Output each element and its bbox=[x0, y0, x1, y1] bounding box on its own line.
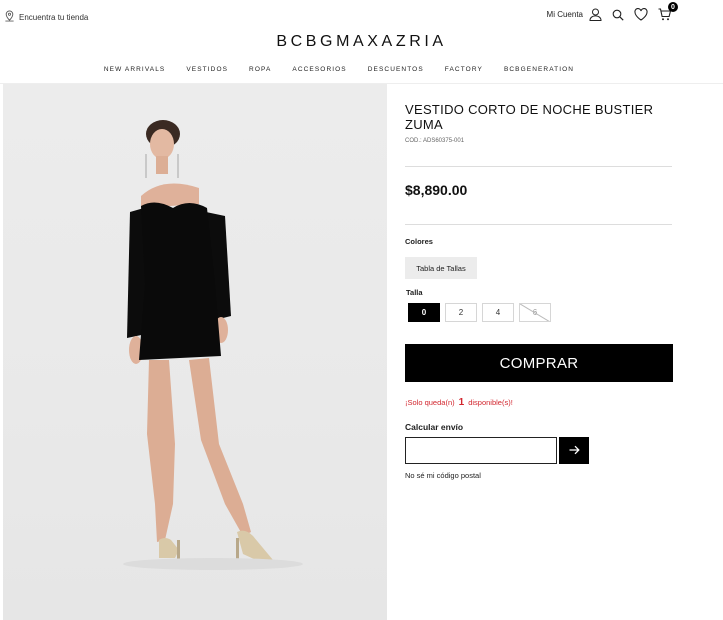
divider bbox=[405, 166, 672, 167]
nav-accesorios[interactable]: ACCESORIOS bbox=[292, 66, 346, 73]
buy-button[interactable]: COMPRAR bbox=[405, 344, 673, 382]
heart-icon[interactable] bbox=[634, 8, 648, 21]
shipping-label: Calcular envío bbox=[405, 422, 464, 432]
cart-count-badge: 0 bbox=[668, 2, 678, 12]
size-chart-button[interactable]: Tabla de Tallas bbox=[405, 257, 477, 279]
colors-label: Colores bbox=[405, 237, 433, 246]
nav-new-arrivals[interactable]: NEW ARRIVALS bbox=[104, 66, 165, 73]
location-pin-icon bbox=[4, 10, 15, 24]
store-locator-label: Encuentra tu tienda bbox=[19, 12, 89, 22]
main-nav: NEW ARRIVALS VESTIDOS ROPA ACCESORIOS DE… bbox=[0, 66, 678, 73]
stock-prefix: ¡Solo queda(n) bbox=[405, 398, 455, 407]
product-title: VESTIDO CORTO DE NOCHE BUSTIER ZUMA bbox=[405, 102, 654, 132]
search-icon[interactable] bbox=[612, 9, 624, 21]
calculate-shipping-button[interactable] bbox=[559, 437, 589, 464]
size-option-4[interactable]: 4 bbox=[482, 303, 514, 322]
product-sku: COD.: ADS60375-001 bbox=[405, 138, 465, 144]
account-link[interactable]: Mi Cuenta bbox=[547, 8, 602, 21]
divider bbox=[405, 224, 672, 225]
brand-logo[interactable]: BCBGMAXAZRIA bbox=[0, 33, 723, 51]
nav-ropa[interactable]: ROPA bbox=[249, 66, 271, 73]
stock-suffix: disponible(s)! bbox=[468, 398, 513, 407]
product-image[interactable] bbox=[3, 84, 387, 620]
store-locator-link[interactable]: Encuentra tu tienda bbox=[4, 10, 88, 24]
nav-descuentos[interactable]: DESCUENTOS bbox=[368, 66, 424, 73]
stock-quantity: 1 bbox=[458, 397, 465, 408]
size-option-2[interactable]: 2 bbox=[445, 303, 477, 322]
cart-icon[interactable]: 0 bbox=[658, 2, 678, 21]
unknown-postal-code-link[interactable]: No sé mi código postal bbox=[405, 471, 481, 480]
size-option-6: 6 bbox=[519, 303, 551, 322]
account-label: Mi Cuenta bbox=[546, 10, 583, 19]
nav-vestidos[interactable]: VESTIDOS bbox=[186, 66, 228, 73]
nav-bcbgeneration[interactable]: BCBGENERATION bbox=[504, 66, 574, 73]
stock-alert: ¡Solo queda(n) 1 disponible(s)! bbox=[405, 397, 513, 408]
size-selector: 0 2 4 6 bbox=[408, 303, 551, 322]
postal-code-input[interactable] bbox=[405, 437, 557, 464]
size-label: Talla bbox=[406, 288, 423, 297]
size-option-0[interactable]: 0 bbox=[408, 303, 440, 322]
product-price: $8,890.00 bbox=[405, 182, 468, 198]
nav-factory[interactable]: FACTORY bbox=[445, 66, 483, 73]
arrow-right-icon bbox=[569, 442, 580, 460]
product-photo-illustration bbox=[123, 120, 303, 570]
user-icon bbox=[589, 8, 602, 21]
